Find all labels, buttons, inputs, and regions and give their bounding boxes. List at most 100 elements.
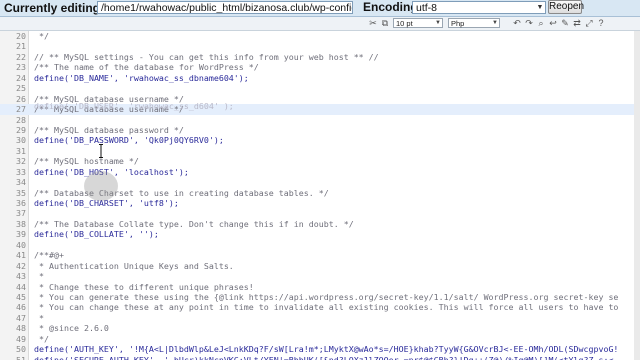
code-line[interactable]: 32 /** MySQL hostname */: [0, 156, 640, 166]
line-number: 49: [16, 333, 26, 344]
code-editor[interactable]: 20 */21 22// ** MySQL settings - You can …: [0, 31, 640, 360]
code-line[interactable]: 48 * @since 2.6.0: [0, 323, 640, 333]
code-line[interactable]: 23 /** The name of the database for WordP…: [0, 62, 640, 72]
line-text: define('DB_COLLATE', '');: [34, 229, 159, 240]
vertical-scrollbar[interactable]: [634, 31, 640, 360]
line-number: 30: [16, 135, 26, 146]
code-line[interactable]: 21: [0, 41, 640, 51]
currently-editing-label: Currently editing:: [4, 1, 105, 15]
text-cursor-icon: [99, 144, 103, 158]
code-line[interactable]: 25: [0, 83, 640, 93]
line-number: 47: [16, 312, 26, 323]
redo-icon[interactable]: ↷: [524, 18, 534, 28]
line-text: */: [34, 31, 49, 41]
code-line[interactable]: 37: [0, 208, 640, 218]
line-number: 44: [16, 281, 26, 292]
line-number: 33: [16, 166, 26, 177]
toggle-icon[interactable]: ⇄: [572, 18, 582, 28]
fullscreen-icon[interactable]: ⤢: [584, 18, 594, 28]
code-line[interactable]: 20 */: [0, 31, 640, 41]
line-number: 24: [16, 72, 26, 83]
line-text: /** MySQL database password */: [34, 124, 184, 135]
line-number: 34: [16, 177, 26, 188]
line-text: /** The name of the database for WordPre…: [34, 62, 259, 73]
line-text: * @since 2.6.0: [34, 323, 109, 334]
search-icon[interactable]: ⌕: [536, 18, 546, 28]
code-line[interactable]: 47 *: [0, 313, 640, 323]
undo-icon[interactable]: ↶: [512, 18, 522, 28]
code-line[interactable]: 46 * You can change these at any point i…: [0, 302, 640, 312]
line-text: /** Database Charset to use in creating …: [34, 187, 329, 198]
font-size-select[interactable]: 10 pt ▼: [393, 18, 443, 28]
code-line[interactable]: 49 */: [0, 334, 640, 344]
line-number: 20: [16, 31, 26, 41]
line-number: 40: [16, 239, 26, 250]
line-number: 50: [16, 344, 26, 355]
line-text: /** MySQL hostname */: [34, 156, 139, 167]
font-size-value: 10 pt: [396, 19, 413, 28]
code-line[interactable]: 38 /** The Database Collate type. Don't c…: [0, 219, 640, 229]
line-number: 27: [16, 104, 26, 115]
code-line[interactable]: 41 /**#@+: [0, 250, 640, 260]
help-icon[interactable]: ?: [596, 18, 606, 28]
line-number: 21: [16, 41, 26, 52]
syntax-value: Php: [451, 19, 465, 28]
line-text: * Authentication Unique Keys and Salts.: [34, 260, 234, 271]
line-number: 41: [16, 250, 26, 261]
code-line[interactable]: 45 * You can generate these using the {@…: [0, 292, 640, 302]
line-text: /**#@+: [34, 250, 64, 261]
copy-icon[interactable]: ⧉: [380, 18, 390, 28]
chevron-down-icon: ▼: [536, 4, 544, 11]
editor-header: Currently editing: /home1/rwahowac/publi…: [0, 0, 640, 17]
code-line[interactable]: 28: [0, 115, 640, 125]
file-path-field[interactable]: /home1/rwahowac/public_html/bizanosa.clu…: [97, 1, 353, 14]
line-number: 36: [16, 198, 26, 208]
code-line[interactable]: 51 define('SECURE_AUTH_KEY', '_bUcr)kkNcn…: [0, 355, 640, 360]
line-text: define('DB_PASSWORD', 'Qk0Pj0QY6RV0');: [34, 135, 224, 146]
line-text: * You can generate these using the {@lin…: [34, 291, 619, 302]
overlapping-line-text: define( 'DB_USER', 'rwahowac_ss_d604' );: [34, 101, 234, 111]
line-number: 51: [16, 354, 26, 360]
line-text: */: [34, 333, 49, 344]
line-number: 22: [16, 51, 26, 62]
line-number: 45: [16, 291, 26, 302]
code-line[interactable]: 40: [0, 240, 640, 250]
click-indicator: [84, 171, 118, 201]
line-number: 46: [16, 302, 26, 313]
line-number: 28: [16, 114, 26, 125]
syntax-select[interactable]: Php ▼: [448, 18, 500, 28]
chevron-down-icon: ▼: [492, 20, 498, 26]
line-text: *: [34, 271, 44, 282]
line-number: 48: [16, 323, 26, 334]
code-line[interactable]: 31: [0, 146, 640, 156]
edit-icon[interactable]: ✎: [560, 18, 570, 28]
line-number: 38: [16, 218, 26, 229]
line-number: 26: [16, 93, 26, 104]
cut-icon[interactable]: ✂: [368, 18, 378, 28]
code-line[interactable]: 39 define('DB_COLLATE', '');: [0, 229, 640, 239]
line-text: *: [34, 312, 44, 323]
code-line[interactable]: 29 /** MySQL database password */: [0, 125, 640, 135]
reopen-button[interactable]: Reopen: [548, 0, 584, 14]
code-line[interactable]: 44 * Change these to different unique ph…: [0, 282, 640, 292]
line-text: // ** MySQL settings - You can get this …: [34, 51, 379, 62]
line-number: 31: [16, 145, 26, 156]
code-line[interactable]: 22 // ** MySQL settings - You can get thi…: [0, 52, 640, 62]
editor-toolbar: ✂ ⧉ 10 pt ▼ Php ▼ ↶ ↷ ⌕ ↩ ✎ ⇄ ⤢ ?: [0, 17, 640, 31]
code-line[interactable]: 50 define('AUTH_KEY', '!M{A<L|DlbdWlp&LeJ…: [0, 344, 640, 354]
line-number: 35: [16, 187, 26, 198]
line-number: 29: [16, 124, 26, 135]
line-text: define('SECURE_AUTH_KEY', '_bUcr)kkNcnVK…: [34, 354, 614, 360]
line-text: define('AUTH_KEY', '!M{A<L|DlbdWlp&LeJ<L…: [34, 344, 619, 355]
wrap-icon[interactable]: ↩: [548, 18, 558, 28]
line-number: 42: [16, 260, 26, 271]
code-line[interactable]: 42 * Authentication Unique Keys and Salt…: [0, 261, 640, 271]
line-text: * You can change these at any point in t…: [34, 302, 619, 313]
encoding-select[interactable]: utf-8 ▼: [412, 1, 546, 14]
line-number: 23: [16, 62, 26, 73]
code-line[interactable]: 30 define('DB_PASSWORD', 'Qk0Pj0QY6RV0');: [0, 135, 640, 145]
line-number: 37: [16, 208, 26, 219]
code-line[interactable]: 43 *: [0, 271, 640, 281]
code-line[interactable]: 24 define('DB_NAME', 'rwahowac_ss_dbname6…: [0, 73, 640, 83]
line-text: define('DB_NAME', 'rwahowac_ss_dbname604…: [34, 72, 249, 83]
